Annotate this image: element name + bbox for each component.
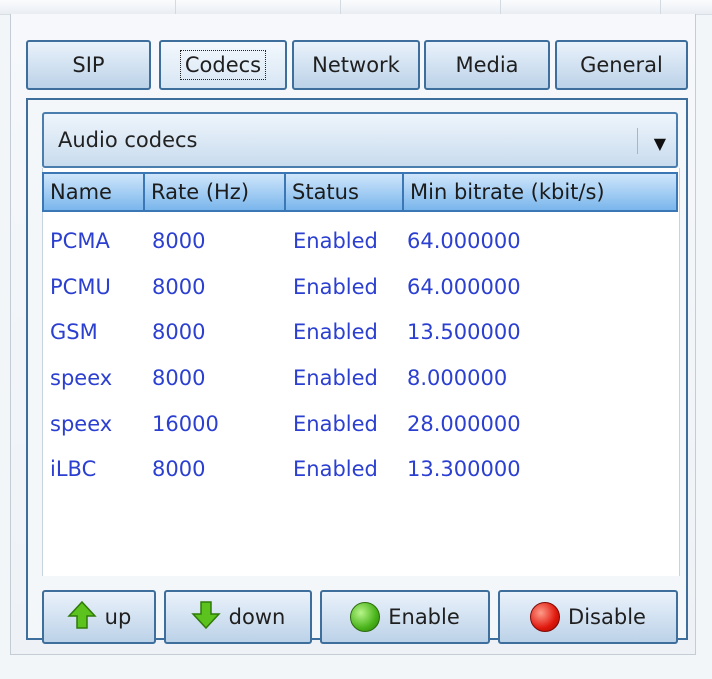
codec-rate: 8000 [152, 320, 206, 344]
column-header-rate[interactable]: Rate (Hz) [143, 172, 286, 212]
column-header-min-bitrate-label: Min bitrate (kbit/s) [410, 180, 605, 204]
codec-bitrate: 13.300000 [407, 457, 521, 481]
codec-bitrate: 28.000000 [407, 412, 521, 436]
codec-status: Enabled [293, 457, 378, 481]
column-header-name-label: Name [50, 180, 112, 204]
disable-label: Disable [568, 605, 646, 629]
column-header-status-label: Status [292, 180, 359, 204]
window-top-strip [0, 0, 712, 15]
tab-codecs[interactable]: Codecs [159, 40, 287, 90]
column-header-min-bitrate[interactable]: Min bitrate (kbit/s) [402, 172, 678, 212]
column-header-name[interactable]: Name [42, 172, 145, 212]
green-down-arrow-icon [190, 600, 221, 635]
codec-name: iLBC [50, 457, 97, 481]
tab-network-label: Network [312, 53, 400, 77]
codec-status: Enabled [293, 320, 378, 344]
green-up-arrow-icon [66, 600, 97, 635]
tab-general-label: General [580, 53, 663, 77]
codec-status: Enabled [293, 275, 378, 299]
tab-sip[interactable]: SIP [26, 40, 151, 90]
move-down-button[interactable]: down [164, 590, 312, 644]
codec-rate: 8000 [152, 275, 206, 299]
disable-button[interactable]: Disable [498, 590, 678, 644]
select-separator [637, 128, 638, 154]
column-header-status[interactable]: Status [284, 172, 404, 212]
green-circle-icon [350, 602, 381, 632]
codec-type-select[interactable]: Audio codecs ▼ [42, 112, 678, 168]
enable-label: Enable [388, 605, 460, 629]
enable-button[interactable]: Enable [320, 590, 490, 644]
codec-rate: 8000 [152, 457, 206, 481]
codec-name: speex [50, 412, 113, 436]
codec-bitrate: 64.000000 [407, 275, 521, 299]
tab-general[interactable]: General [555, 40, 688, 90]
codec-rate: 16000 [152, 412, 219, 436]
tab-media-label: Media [455, 53, 519, 77]
codec-bitrate: 8.000000 [407, 366, 508, 390]
codec-name: PCMU [50, 275, 111, 299]
tab-network[interactable]: Network [292, 40, 420, 90]
tab-codecs-label: Codecs [179, 50, 267, 80]
dropdown-arrow-icon[interactable]: ▼ [654, 134, 666, 153]
codec-rate: 8000 [152, 366, 206, 390]
codec-name: PCMA [50, 229, 110, 253]
move-down-label: down [228, 605, 286, 629]
codec-type-value: Audio codecs [58, 128, 198, 152]
codec-status: Enabled [293, 412, 378, 436]
codec-name: speex [50, 366, 113, 390]
codec-name: GSM [50, 320, 98, 344]
column-header-rate-label: Rate (Hz) [151, 180, 250, 204]
tab-media[interactable]: Media [424, 40, 550, 90]
move-up-label: up [104, 605, 132, 629]
codec-status: Enabled [293, 229, 378, 253]
codec-rate: 8000 [152, 229, 206, 253]
red-circle-icon [530, 602, 561, 632]
codec-bitrate: 64.000000 [407, 229, 521, 253]
tab-sip-label: SIP [72, 53, 105, 77]
move-up-button[interactable]: up [42, 590, 156, 644]
codec-bitrate: 13.500000 [407, 320, 521, 344]
codec-status: Enabled [293, 366, 378, 390]
